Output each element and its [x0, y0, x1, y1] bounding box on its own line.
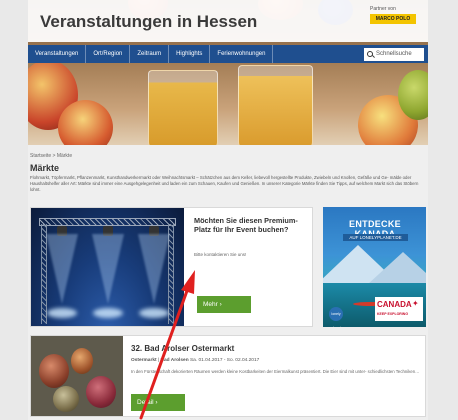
- event-description: In den Fürstenschaft dekorierten Räumen …: [131, 369, 420, 374]
- site-header: Veranstaltungen in Hessen Partner von MA…: [28, 0, 428, 42]
- main-nav: Veranstaltungen Ort/Region Zeitraum High…: [28, 45, 428, 63]
- intro-text: Flohmarkt, Töpfermarkt, Pflanzenmarkt, K…: [30, 175, 419, 193]
- apple-image: [58, 100, 113, 145]
- truss: [39, 218, 176, 226]
- quick-search-button[interactable]: Schnellsuche: [364, 47, 424, 61]
- quick-search-label: Schnellsuche: [376, 51, 412, 57]
- event-category: Ostermarkt: [131, 358, 157, 363]
- detail-button[interactable]: Detail ›: [131, 394, 185, 411]
- mountain-shape: [368, 252, 426, 284]
- breadcrumb[interactable]: Startseite > Märkte: [30, 153, 72, 159]
- page-title: Märkte: [30, 163, 60, 173]
- event-date: Sa. 01.04.2017 - So. 02.04.2017: [189, 358, 260, 363]
- lonely-planet-logo: lonely planet: [329, 307, 343, 327]
- maple-leaf-icon: ✦: [412, 299, 419, 308]
- egg-shape: [39, 354, 69, 388]
- cider-glass-image: [238, 65, 313, 145]
- nav-item-ort-region[interactable]: Ort/Region: [86, 45, 131, 63]
- partner-label: Partner von: [370, 6, 396, 12]
- event-place: Bad Arolsen: [160, 358, 189, 363]
- canada-logo: CANADA ✦ KEEP EXPLORING: [375, 297, 423, 321]
- stage-lights-image: [31, 208, 184, 326]
- egg-shape: [71, 348, 93, 374]
- floor-glow: [47, 308, 77, 318]
- feature-title: Möchten Sie diesen Premium-Platz für Ihr…: [194, 216, 298, 234]
- feature-text: Bitte kontaktieren Sie uns!: [194, 252, 247, 257]
- nav-item-zeitraum[interactable]: Zeitraum: [130, 45, 170, 63]
- main-content: Startseite > Märkte Märkte Flohmarkt, Tö…: [28, 145, 428, 420]
- lonely-planet-ad[interactable]: ENTDECKE KANADA AUF LONELYPLANET.DE lone…: [323, 207, 426, 327]
- easter-eggs-image[interactable]: [31, 336, 123, 416]
- event-title[interactable]: 32. Bad Arolser Ostermarkt: [131, 344, 234, 353]
- more-button[interactable]: Mehr ›: [197, 296, 251, 313]
- site-title[interactable]: Veranstaltungen in Hessen: [40, 12, 257, 32]
- event-meta: Ostermarkt | Bad Arolsen Sa. 01.04.2017 …: [131, 358, 259, 363]
- egg-shape: [53, 386, 79, 412]
- nav-item-highlights[interactable]: Highlights: [169, 45, 211, 63]
- nav-item-veranstaltungen[interactable]: Veranstaltungen: [28, 45, 87, 63]
- ad-subtitle: AUF LONELYPLANET.DE: [343, 234, 408, 241]
- partner-badge[interactable]: Partner von MARCO POLO: [370, 6, 416, 24]
- cider-glass-image: [148, 70, 218, 145]
- canada-tagline: KEEP EXPLORING: [377, 312, 409, 316]
- light-beam: [138, 234, 170, 304]
- floor-glow: [93, 308, 123, 318]
- light-beam: [92, 234, 124, 304]
- nav-item-ferienwohnungen[interactable]: Ferienwohnungen: [210, 45, 274, 63]
- canada-word: CANADA: [377, 300, 412, 309]
- marco-polo-logo: MARCO POLO: [370, 14, 416, 24]
- egg-shape: [86, 376, 116, 408]
- event-card: 32. Bad Arolser Ostermarkt Ostermarkt | …: [30, 335, 426, 417]
- light-beam: [46, 234, 78, 304]
- floor-glow: [139, 308, 169, 318]
- premium-feature-card: Möchten Sie diesen Premium-Platz für Ihr…: [30, 207, 313, 327]
- search-icon: [367, 51, 373, 57]
